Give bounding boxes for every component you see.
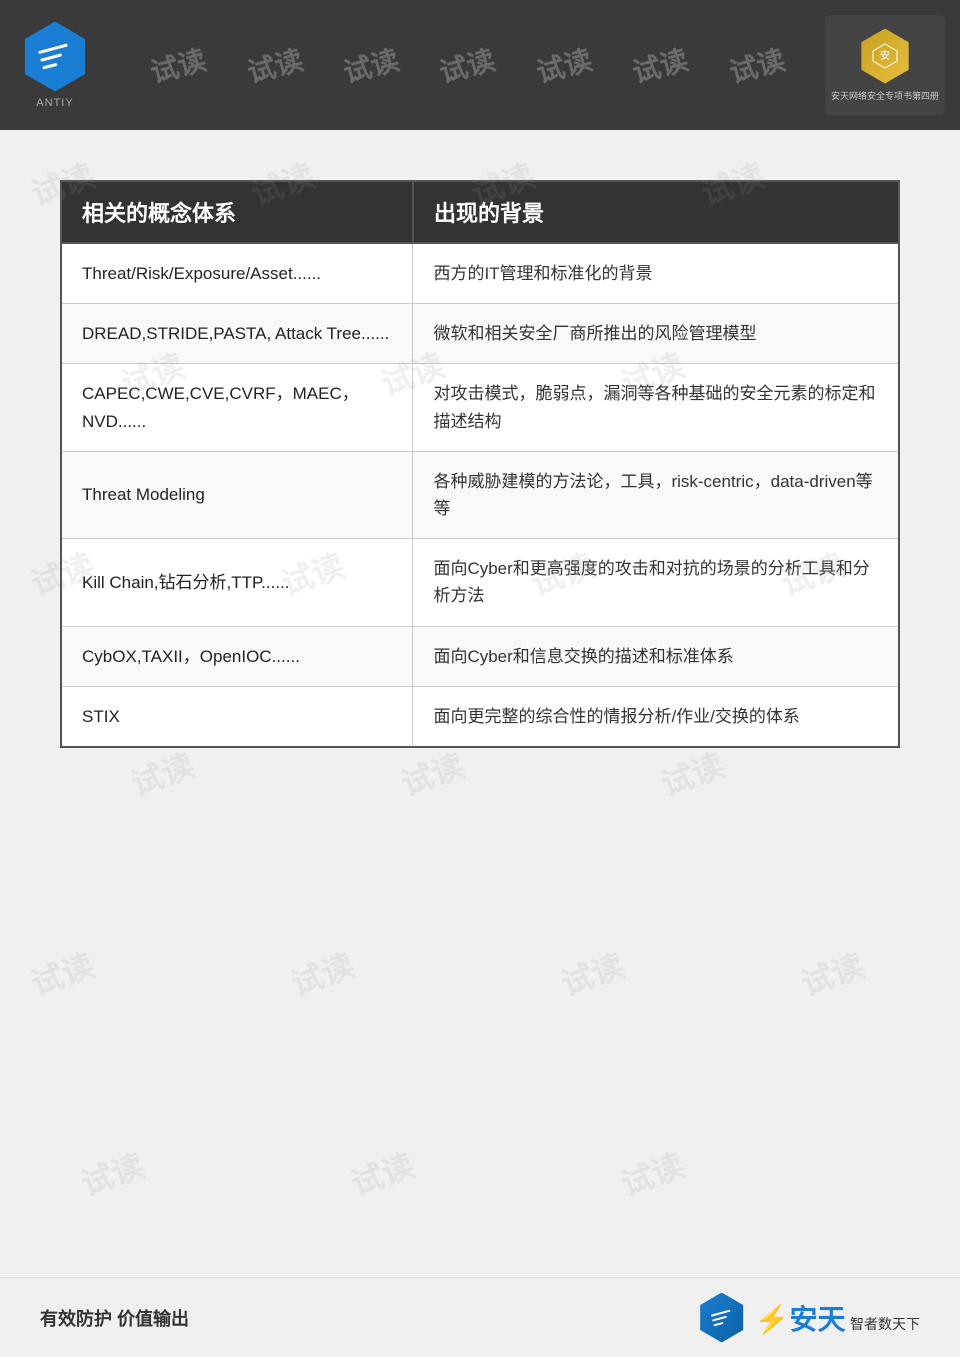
table-cell-left-4: Kill Chain,钻石分析,TTP...... [61,539,413,626]
header-wm-1: 试读 [146,38,210,91]
bl-2 [712,1315,727,1321]
table-cell-right-1: 微软和相关安全厂商所推出的风险管理模型 [413,304,899,364]
table-cell-left-5: CybOX,TAXII，OpenIOC...... [61,626,413,686]
table-header-row: 相关的概念体系 出现的背景 [61,181,899,243]
bottom-logo-icon [697,1293,747,1343]
bl-3 [713,1321,723,1326]
bottom-logo-name: ⚡安天 智者数天下 [755,1298,920,1338]
page-wm-16: 试读 [284,940,360,1005]
header-wm-6: 试读 [628,38,692,91]
header: ANTIY 试读 试读 试读 试读 试读 试读 试读 安 安天网络安全专项书第四… [0,0,960,130]
table-cell-right-2: 对攻击模式，脆弱点，漏洞等各种基础的安全元素的标定和描述结构 [413,364,899,451]
page-wm-21: 试读 [614,1140,690,1205]
table-row: Threat Modeling各种威胁建模的方法论，工具，risk-centri… [61,451,899,538]
table-cell-left-1: DREAD,STRIDE,PASTA, Attack Tree...... [61,304,413,364]
logo-line-2 [40,53,62,62]
svg-text:安: 安 [880,49,890,62]
bl-1 [710,1309,730,1316]
table-cell-left-6: STIX [61,686,413,747]
bottom-logo-text: ⚡安天 [755,1304,846,1335]
table-cell-left-2: CAPEC,CWE,CVE,CVRF，MAEC，NVD...... [61,364,413,451]
bottom-slogan: 有效防护 价值输出 [40,1305,189,1331]
table-cell-right-4: 面向Cyber和更高强度的攻击和对抗的场景的分析工具和分析方法 [413,539,899,626]
col2-header: 出现的背景 [413,181,899,243]
logo-text: ANTIY [36,97,73,109]
table-row: Kill Chain,钻石分析,TTP......面向Cyber和更高强度的攻击… [61,539,899,626]
header-wm-4: 试读 [435,38,499,91]
col1-header: 相关的概念体系 [61,181,413,243]
bottom-logo: ⚡安天 智者数天下 [697,1293,920,1343]
logo-line-1 [38,43,68,54]
table-cell-left-3: Threat Modeling [61,451,413,538]
page-wm-19: 试读 [74,1140,150,1205]
page-wm-20: 试读 [344,1140,420,1205]
page-wm-18: 试读 [794,940,870,1005]
table-cell-left-0: Threat/Risk/Exposure/Asset...... [61,243,413,304]
table-row: Threat/Risk/Exposure/Asset......西方的IT管理和… [61,243,899,304]
bottom-logo-sub: 智者数天下 [850,1316,920,1332]
table-cell-right-3: 各种威胁建模的方法论，工具，risk-centric，data-driven等等 [413,451,899,538]
header-wm-3: 试读 [339,38,403,91]
table-row: CAPEC,CWE,CVE,CVRF，MAEC，NVD......对攻击模式，脆… [61,364,899,451]
table-cell-right-5: 面向Cyber和信息交换的描述和标准体系 [413,626,899,686]
header-wm-5: 试读 [532,38,596,91]
logo-area: ANTIY [0,0,110,130]
header-wm-2: 试读 [242,38,306,91]
table-row: STIX面向更完整的综合性的情报分析/作业/交换的体系 [61,686,899,747]
table-row: DREAD,STRIDE,PASTA, Attack Tree......微软和… [61,304,899,364]
badge-text: 安天网络安全专项书第四册 [831,89,939,102]
table-cell-right-0: 西方的IT管理和标准化的背景 [413,243,899,304]
table-cell-right-6: 面向更完整的综合性的情报分析/作业/交换的体系 [413,686,899,747]
logo-line-3 [42,63,57,70]
bottom-bar: 有效防护 价值输出 ⚡安天 智者数天下 [0,1277,960,1357]
main-content: 相关的概念体系 出现的背景 Threat/Risk/Exposure/Asset… [0,130,960,798]
concept-table: 相关的概念体系 出现的背景 Threat/Risk/Exposure/Asset… [60,180,900,748]
logo-lines [38,43,72,69]
header-watermarks: 试读 试读 试读 试读 试读 试读 试读 [110,0,825,130]
logo-hexagon [20,22,90,92]
header-badge: 安 安天网络安全专项书第四册 [825,15,945,115]
header-wm-7: 试读 [725,38,789,91]
bottom-logo-lines [710,1309,732,1326]
page-wm-15: 试读 [24,940,100,1005]
badge-icon: 安 [858,29,913,84]
page-wm-17: 试读 [554,940,630,1005]
table-row: CybOX,TAXII，OpenIOC......面向Cyber和信息交换的描述… [61,626,899,686]
